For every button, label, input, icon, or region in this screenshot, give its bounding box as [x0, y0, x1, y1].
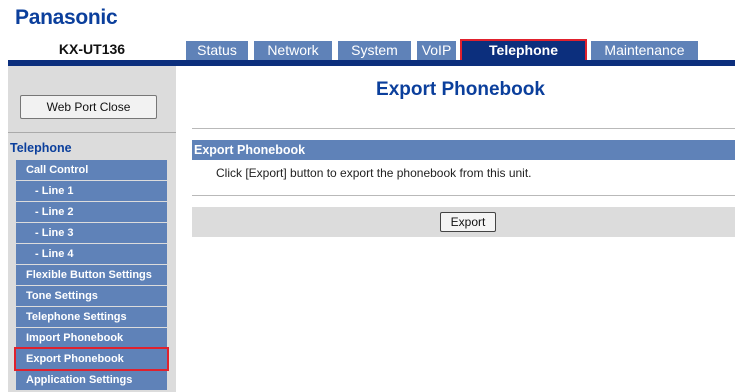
sidebar-item-flexible-button-settings[interactable]: Flexible Button Settings: [16, 265, 167, 285]
tab-telephone[interactable]: Telephone: [460, 39, 587, 62]
page-title: Export Phonebook: [376, 79, 545, 100]
sidebar-item-tone-settings[interactable]: Tone Settings: [16, 286, 167, 306]
sidebar: Web Port Close Telephone Call Control - …: [8, 66, 176, 392]
tab-network[interactable]: Network: [254, 41, 332, 60]
tab-voip[interactable]: VoIP: [417, 41, 456, 60]
model-name: KX-UT136: [58, 41, 126, 57]
top-nav-tabs: Status Network System VoIP Telephone Mai…: [186, 39, 698, 62]
section-divider: [192, 195, 735, 196]
sidebar-menu: Call Control - Line 1 - Line 2 - Line 3 …: [14, 160, 169, 391]
tab-system[interactable]: System: [338, 41, 411, 60]
sidebar-item-line-4[interactable]: - Line 4: [16, 244, 167, 264]
sidebar-divider: [8, 132, 176, 133]
tab-maintenance[interactable]: Maintenance: [591, 41, 698, 60]
web-port-close-button[interactable]: Web Port Close: [20, 95, 157, 119]
button-bar: Export: [192, 207, 735, 237]
sidebar-item-line-1[interactable]: - Line 1: [16, 181, 167, 201]
section-description: Click [Export] button to export the phon…: [216, 166, 532, 180]
panasonic-logo: Panasonic: [15, 6, 118, 29]
sidebar-item-application-settings[interactable]: Application Settings: [16, 370, 167, 390]
sidebar-item-line-2[interactable]: - Line 2: [16, 202, 167, 222]
sidebar-item-call-control[interactable]: Call Control: [16, 160, 167, 180]
sidebar-item-line-3[interactable]: - Line 3: [16, 223, 167, 243]
sidebar-item-export-phonebook[interactable]: Export Phonebook: [14, 347, 169, 371]
section-header: Export Phonebook: [192, 140, 735, 160]
export-button[interactable]: Export: [440, 212, 496, 232]
sidebar-item-telephone-settings[interactable]: Telephone Settings: [16, 307, 167, 327]
sidebar-item-import-phonebook[interactable]: Import Phonebook: [16, 328, 167, 348]
title-divider: [192, 128, 735, 129]
sidebar-category-telephone: Telephone: [10, 141, 72, 155]
tab-status[interactable]: Status: [186, 41, 248, 60]
